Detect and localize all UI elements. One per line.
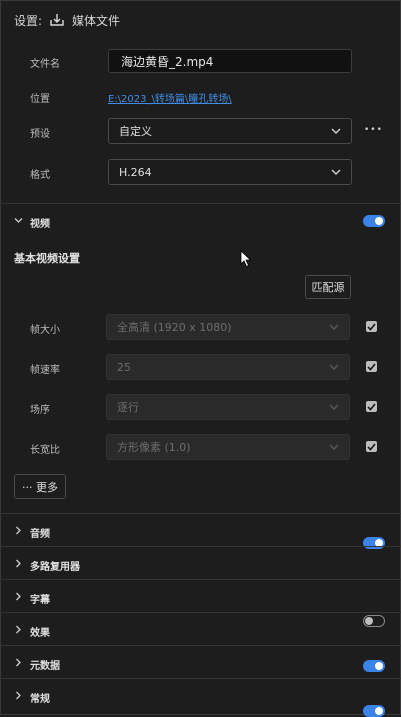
mouse-cursor-icon xyxy=(240,250,252,268)
basic-video-settings-title: 基本视频设置 xyxy=(14,252,80,265)
settings-header: 设置: 媒体文件 xyxy=(14,10,120,30)
chevron-down-icon xyxy=(329,322,339,332)
frame-rate-value: 25 xyxy=(117,360,131,374)
frame-rate-select[interactable]: 25 xyxy=(106,354,350,380)
frame-size-label: 帧大小 xyxy=(30,325,60,336)
section-toggle[interactable] xyxy=(363,660,385,672)
preset-more-button[interactable]: ••• xyxy=(364,125,383,135)
frame-size-checkbox[interactable] xyxy=(366,321,377,332)
frame-rate-checkbox[interactable] xyxy=(366,361,377,372)
divider xyxy=(0,513,401,514)
chevron-right-icon[interactable] xyxy=(14,558,23,571)
frame-size-value: 全高清 (1920 x 1080) xyxy=(117,321,232,334)
divider xyxy=(0,645,401,646)
section-toggle[interactable] xyxy=(363,615,385,627)
chevron-right-icon[interactable] xyxy=(14,624,23,637)
section-title[interactable]: 音频 xyxy=(30,525,50,540)
section-toggle[interactable] xyxy=(363,537,385,549)
field-order-value: 逐行 xyxy=(117,401,139,414)
frame-rate-label: 帧速率 xyxy=(30,365,60,376)
chevron-right-icon[interactable] xyxy=(14,690,23,703)
aspect-ratio-label: 长宽比 xyxy=(30,445,60,456)
section-title[interactable]: 字幕 xyxy=(30,591,50,606)
frame-size-select[interactable]: 全高清 (1920 x 1080) xyxy=(106,314,350,340)
export-icon[interactable] xyxy=(50,13,64,27)
chevron-down-icon xyxy=(331,167,341,177)
more-settings-button[interactable]: ··· 更多 xyxy=(14,474,66,499)
file-name-input[interactable]: 海边黄昏_2.mp4 xyxy=(108,49,352,73)
section-title[interactable]: 常规 xyxy=(30,690,50,705)
settings-label: 设置: xyxy=(14,13,43,28)
section-title[interactable]: 元数据 xyxy=(30,657,60,672)
preset-value: 自定义 xyxy=(119,125,152,138)
preset-select[interactable]: 自定义 xyxy=(108,118,352,144)
video-section-title[interactable]: 视频 xyxy=(30,215,50,230)
section-title[interactable]: 多路复用器 xyxy=(30,558,80,573)
chevron-right-icon[interactable] xyxy=(14,525,23,538)
location-label: 位置 xyxy=(30,94,50,105)
aspect-ratio-value: 方形像素 (1.0) xyxy=(117,441,191,454)
location-path-link[interactable]: E:\2023_\转场篇\瞳孔转场\ xyxy=(108,90,232,105)
section-toggle[interactable] xyxy=(363,705,385,717)
chevron-down-icon xyxy=(331,126,341,136)
match-source-button[interactable]: 匹配源 xyxy=(305,275,351,299)
section-title[interactable]: 效果 xyxy=(30,624,50,639)
divider xyxy=(0,678,401,679)
chevron-down-icon xyxy=(329,442,339,452)
aspect-ratio-select[interactable]: 方形像素 (1.0) xyxy=(106,434,350,460)
chevron-right-icon[interactable] xyxy=(14,591,23,604)
format-select[interactable]: H.264 xyxy=(108,159,352,185)
file-name-label: 文件名 xyxy=(30,59,60,70)
media-file-label: 媒体文件 xyxy=(72,13,121,28)
divider xyxy=(0,203,401,204)
video-toggle[interactable] xyxy=(363,215,385,227)
format-label: 格式 xyxy=(30,170,50,181)
field-order-label: 场序 xyxy=(30,405,50,416)
divider xyxy=(0,579,401,580)
format-value: H.264 xyxy=(119,165,152,179)
chevron-right-icon[interactable] xyxy=(14,657,23,670)
divider xyxy=(0,612,401,613)
field-order-select[interactable]: 逐行 xyxy=(106,394,350,420)
aspect-ratio-checkbox[interactable] xyxy=(366,441,377,452)
chevron-down-icon xyxy=(329,362,339,372)
chevron-down-icon[interactable] xyxy=(14,215,23,228)
field-order-checkbox[interactable] xyxy=(366,401,377,412)
chevron-down-icon xyxy=(329,402,339,412)
divider xyxy=(0,546,401,547)
preset-label: 预设 xyxy=(30,129,50,140)
